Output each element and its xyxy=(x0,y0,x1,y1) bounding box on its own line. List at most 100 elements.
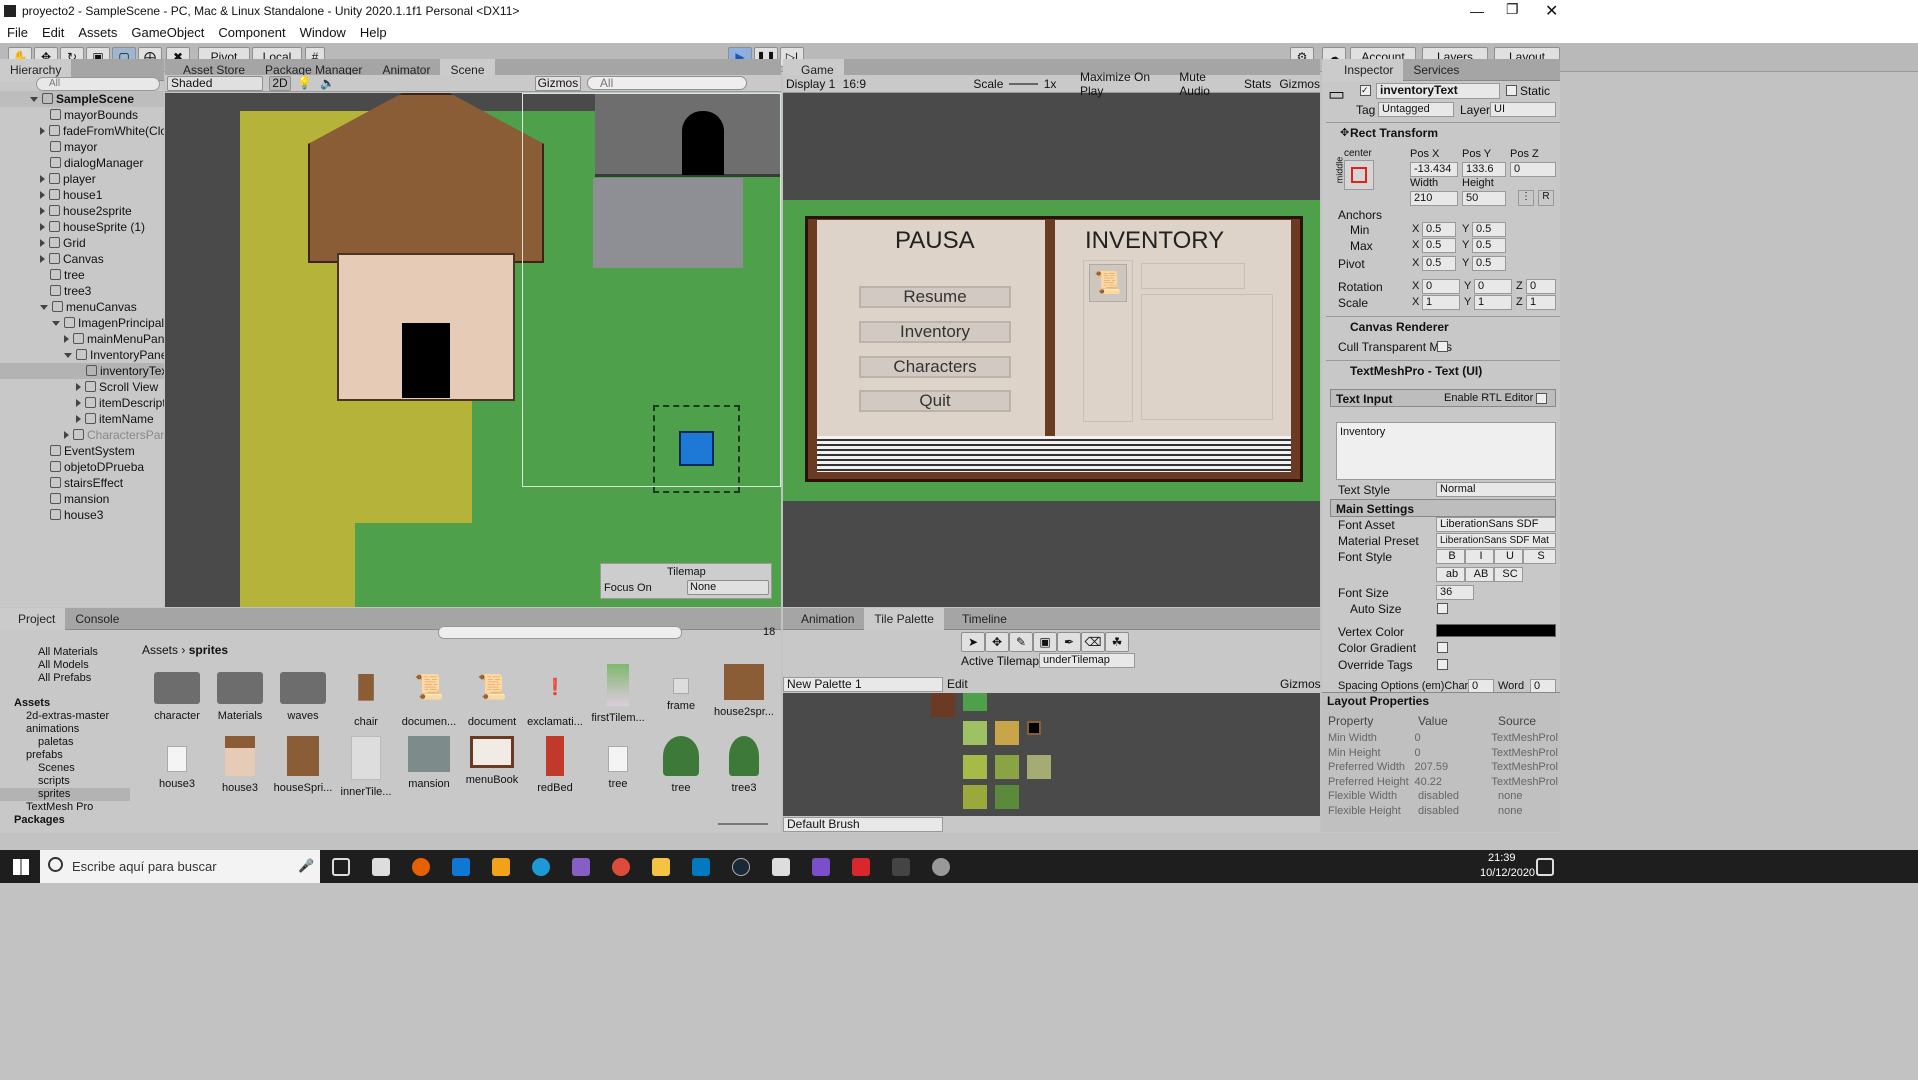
tree-row[interactable]: tree xyxy=(0,267,164,283)
palette-tile[interactable] xyxy=(1027,755,1051,779)
override-tags-checkbox[interactable] xyxy=(1437,659,1448,670)
tab-timeline[interactable]: Timeline xyxy=(944,608,1017,630)
mute-audio[interactable]: Mute Audio xyxy=(1179,70,1236,98)
tree-row[interactable]: EventSystem xyxy=(0,443,164,459)
twitch-icon[interactable] xyxy=(772,858,790,876)
tree-row[interactable]: stairsEffect xyxy=(0,475,164,491)
tab-services[interactable]: Services xyxy=(1403,59,1469,81)
canvas-renderer-header[interactable]: Canvas Renderer xyxy=(1326,316,1560,336)
menu-gameobject[interactable]: GameObject xyxy=(124,23,211,43)
palette-grid[interactable] xyxy=(783,693,1320,816)
asset-sprite[interactable]: menuBook xyxy=(461,736,523,786)
breadcrumb-assets[interactable]: Assets xyxy=(142,643,178,657)
width-field[interactable]: 210 xyxy=(1410,191,1458,206)
tree-row[interactable]: itemDescriptic xyxy=(0,395,164,411)
tree-row-selected[interactable]: inventoryText xyxy=(0,363,164,379)
task-view-icon[interactable] xyxy=(332,858,350,876)
tree-row[interactable]: mainMenuPanel xyxy=(0,331,164,347)
static-checkbox[interactable] xyxy=(1506,85,1517,96)
eraser-tool-icon[interactable]: ⌫ xyxy=(1081,632,1105,652)
aspect-dropdown[interactable]: 16:9 xyxy=(843,77,966,91)
tab-animation[interactable]: Animation xyxy=(783,608,864,630)
tab-inspector[interactable]: Inspector xyxy=(1322,58,1404,81)
expand-icon[interactable] xyxy=(52,321,60,326)
folder-item[interactable]: 2d-extras-master xyxy=(0,710,130,723)
tree-row[interactable]: CharactersPanel xyxy=(0,427,164,443)
palette-tile[interactable] xyxy=(995,721,1019,745)
expand-icon[interactable] xyxy=(40,223,45,231)
font-style-bold[interactable]: B xyxy=(1436,549,1465,564)
tree-row[interactable]: objetoDPrueba xyxy=(0,459,164,475)
expand-icon[interactable] xyxy=(76,399,81,407)
posx-field[interactable]: -13.434 xyxy=(1410,162,1458,177)
lighting-icon[interactable]: 💡 xyxy=(297,76,312,90)
trello-icon[interactable] xyxy=(692,858,710,876)
palette-tile[interactable] xyxy=(963,721,987,745)
asset-sprite[interactable]: redBed xyxy=(524,736,586,794)
anchor-preset-button[interactable] xyxy=(1344,160,1374,190)
anchor-min-x[interactable]: 0.5 xyxy=(1422,222,1456,237)
tree-row[interactable]: Canvas xyxy=(0,251,164,267)
font-style-underline[interactable]: U xyxy=(1494,549,1523,564)
expand-icon[interactable] xyxy=(40,255,45,263)
store-icon[interactable] xyxy=(372,858,390,876)
game-gizmos[interactable]: Gizmos xyxy=(1279,77,1320,91)
menu-assets[interactable]: Assets xyxy=(71,23,124,43)
box-fill-icon[interactable]: ▣ xyxy=(1033,632,1057,652)
tree-row[interactable]: fadeFromWhite(Clone xyxy=(0,123,164,139)
expand-icon[interactable] xyxy=(64,335,69,343)
folder-item[interactable]: animations xyxy=(0,723,130,736)
expand-icon[interactable] xyxy=(40,191,45,199)
scene-viewport[interactable]: Tilemap Focus On None xyxy=(165,93,781,607)
chrome-icon[interactable] xyxy=(612,858,630,876)
tree-row[interactable]: Scroll View xyxy=(0,379,164,395)
stats-button[interactable]: Stats xyxy=(1244,77,1271,91)
posz-field[interactable]: 0 xyxy=(1510,162,1556,177)
project-search[interactable] xyxy=(438,626,682,639)
blueprint-mode-icon[interactable]: ⋮ xyxy=(1518,190,1534,206)
color-gradient-checkbox[interactable] xyxy=(1437,642,1448,653)
move-tile-icon[interactable]: ✥ xyxy=(985,632,1009,652)
active-tilemap-dropdown[interactable]: underTilemap xyxy=(1039,653,1135,668)
microphone-icon[interactable]: 🎤 xyxy=(298,858,314,874)
palette-tile[interactable] xyxy=(931,693,955,717)
favorite-item[interactable]: All Prefabs xyxy=(0,672,130,685)
tree-row[interactable]: menuCanvas xyxy=(0,299,164,315)
asset-folder[interactable]: Materials xyxy=(209,664,271,722)
visual-studio-icon[interactable] xyxy=(572,858,590,876)
asset-sprite[interactable]: innerTile... xyxy=(335,736,397,798)
anchor-max-y[interactable]: 0.5 xyxy=(1472,238,1506,253)
expand-icon[interactable] xyxy=(40,175,45,183)
raw-edit-icon[interactable]: R xyxy=(1538,190,1554,206)
tree-row[interactable]: tree3 xyxy=(0,283,164,299)
scale-y[interactable]: 1 xyxy=(1474,295,1512,310)
material-preset-dropdown[interactable]: LiberationSans SDF Mat xyxy=(1436,533,1556,548)
font-style-italic[interactable]: I xyxy=(1465,549,1494,564)
layer-dropdown[interactable]: UI xyxy=(1490,102,1556,117)
tree-row[interactable]: mansion xyxy=(0,491,164,507)
file-explorer-icon[interactable] xyxy=(652,858,670,876)
font-style-uppercase[interactable]: AB xyxy=(1465,567,1494,582)
gizmos-dropdown[interactable]: Gizmos xyxy=(534,75,581,91)
rotation-x[interactable]: 0 xyxy=(1422,279,1460,294)
palette-tile[interactable] xyxy=(995,755,1019,779)
text-input-area[interactable]: Inventory xyxy=(1336,422,1556,480)
palette-tile[interactable] xyxy=(963,693,987,711)
shading-dropdown[interactable]: Shaded xyxy=(167,75,263,91)
close-icon[interactable]: ✕ xyxy=(1545,1,1558,21)
favorite-item[interactable]: All Models xyxy=(0,659,130,672)
palette-tile[interactable] xyxy=(963,755,987,779)
unity-hub-icon[interactable] xyxy=(932,858,950,876)
tree-row[interactable]: InventoryPanel xyxy=(0,347,164,363)
tag-dropdown[interactable]: Untagged xyxy=(1378,102,1454,117)
anchors-label[interactable]: Anchors xyxy=(1338,208,1382,222)
display-dropdown[interactable]: Display 1 xyxy=(786,77,843,91)
font-style-smallcaps[interactable]: SC xyxy=(1494,567,1523,582)
font-size-field[interactable]: 36 xyxy=(1436,585,1474,600)
rotation-z[interactable]: 0 xyxy=(1526,279,1556,294)
folder-item[interactable]: scripts xyxy=(0,775,130,788)
breadcrumb-sprites[interactable]: sprites xyxy=(189,643,228,657)
menu-window[interactable]: Window xyxy=(293,23,353,43)
palette-tile[interactable] xyxy=(1027,721,1041,735)
cull-transparent-checkbox[interactable] xyxy=(1437,341,1448,352)
